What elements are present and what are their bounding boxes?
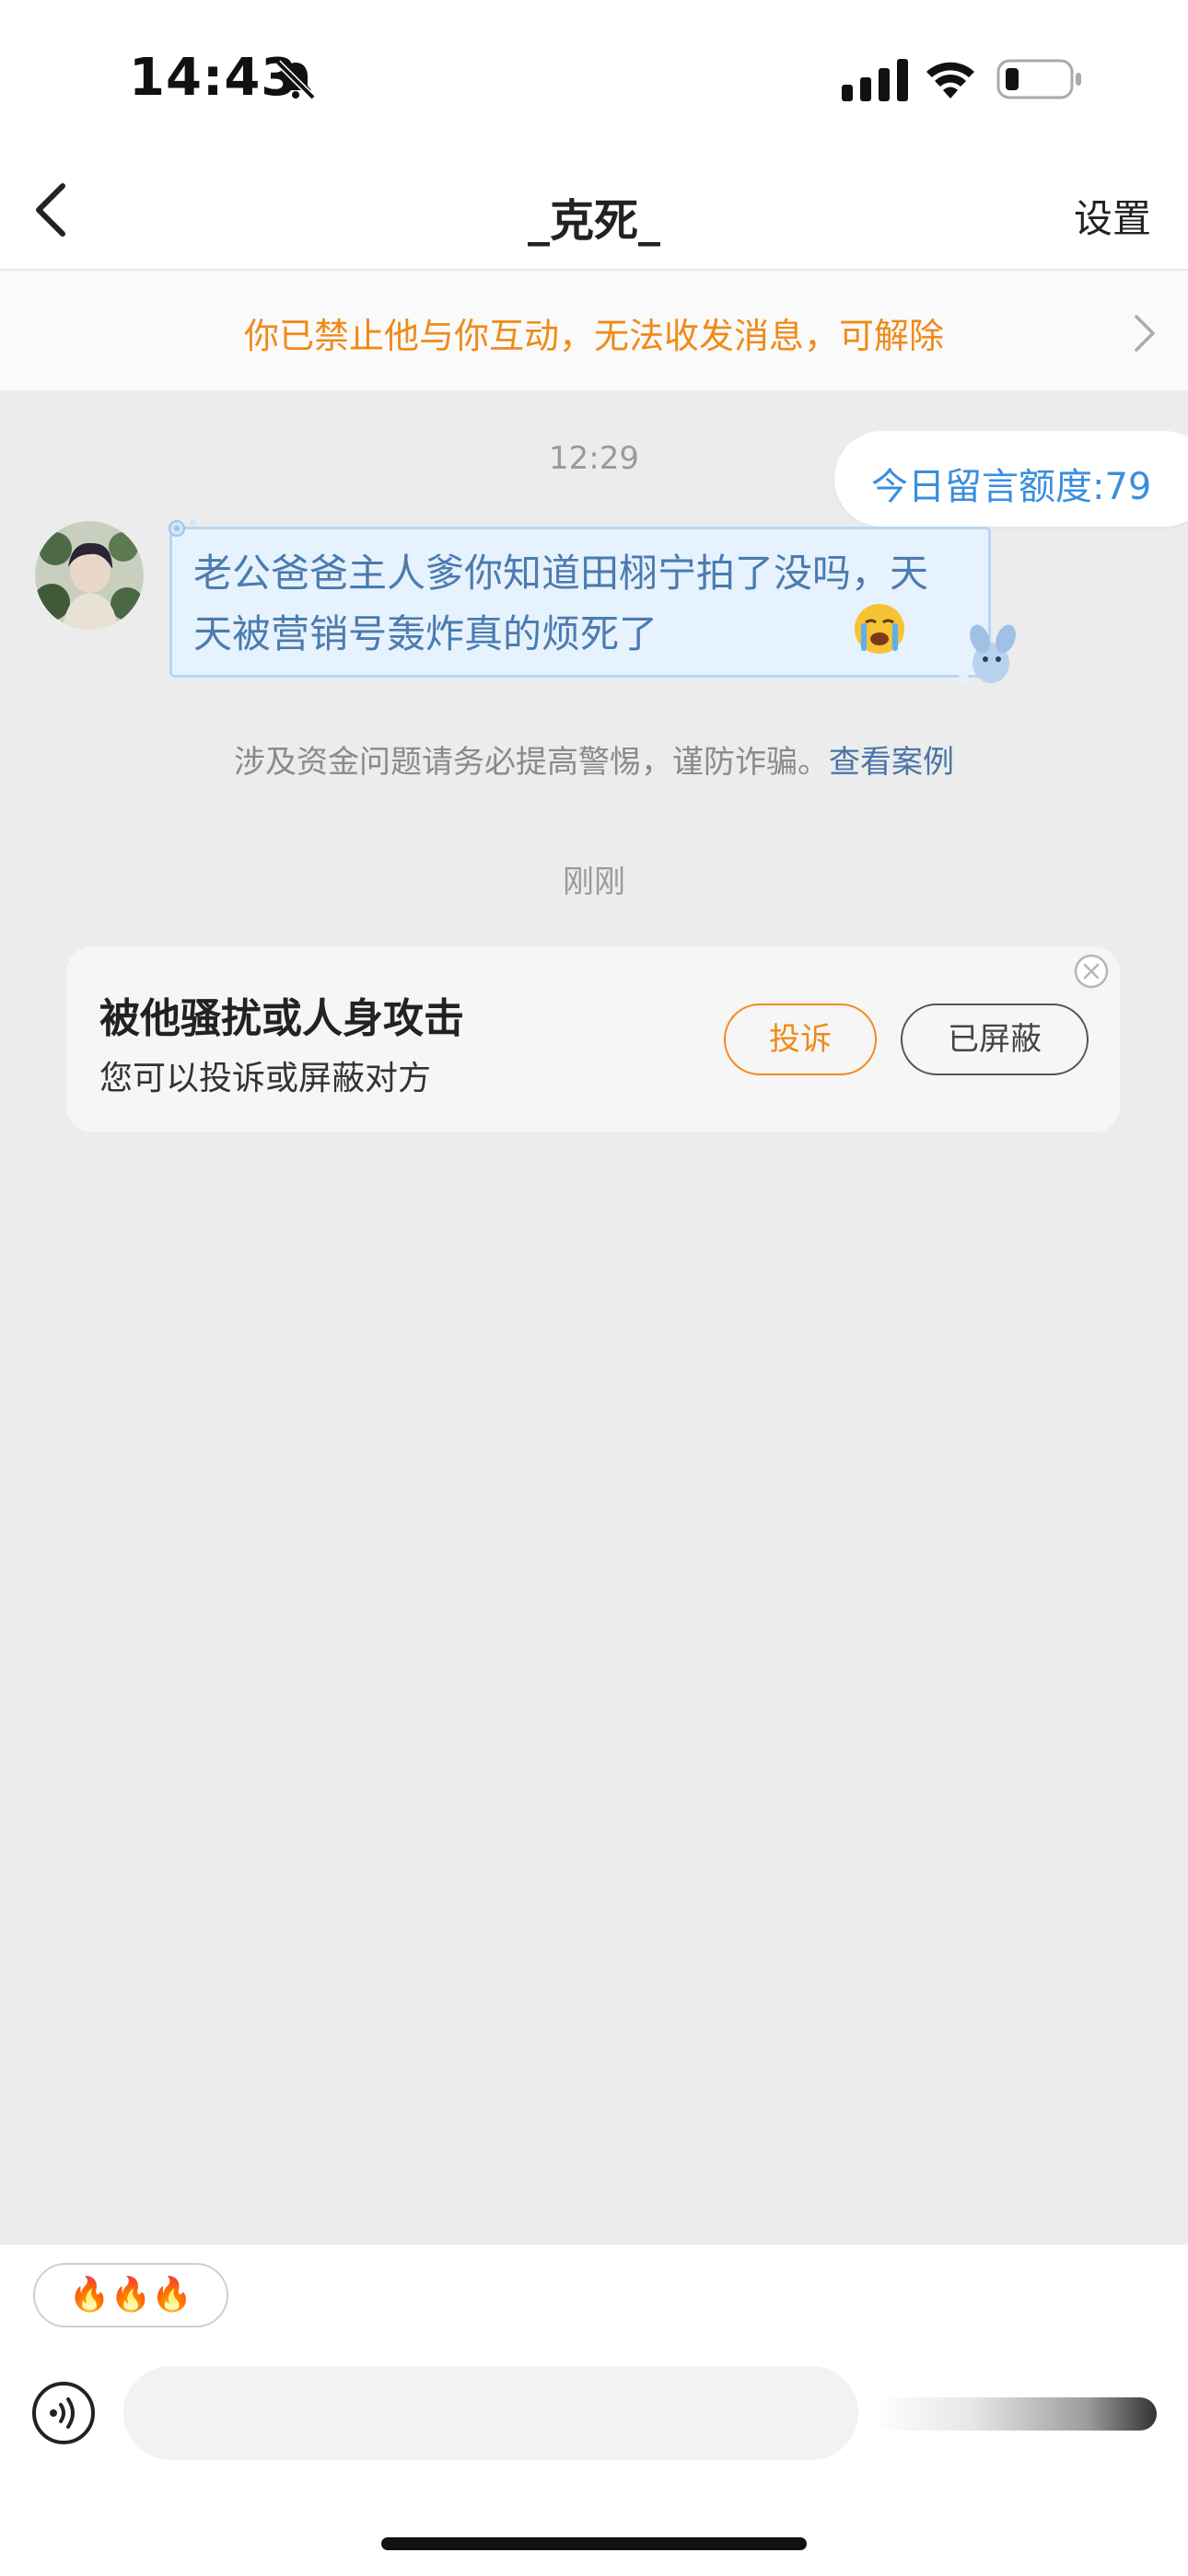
blocked-button[interactable]: 已屏蔽 <box>901 1004 1089 1075</box>
message-text[interactable]: 老公爸爸主人爹你知道田栩宁拍了没吗，天天被营销号轰炸真的烦死了 <box>193 543 930 665</box>
block-banner-text[interactable]: 你已禁止他与你互动，无法收发消息，可解除 <box>0 307 1188 358</box>
harassment-card-title: 被他骚扰或人身攻击 <box>99 995 464 1042</box>
settings-button[interactable]: 设置 <box>1074 188 1151 244</box>
signal-icon <box>842 59 908 101</box>
close-circle-icon[interactable] <box>1074 954 1109 989</box>
flower-decoration-icon <box>169 519 197 537</box>
stitch-sticker-icon <box>958 624 1016 685</box>
recent-timestamp: 刚刚 <box>563 864 625 900</box>
wifi-icon <box>926 62 974 99</box>
avatar[interactable] <box>35 521 144 630</box>
voice-icon[interactable] <box>31 2381 96 2445</box>
home-indicator <box>381 2537 807 2550</box>
quick-reply-chip[interactable]: 🔥🔥🔥 <box>33 2263 228 2327</box>
page-title: _克死_ <box>527 195 660 247</box>
report-button[interactable]: 投诉 <box>724 1004 877 1075</box>
harassment-card-subtitle: 您可以投诉或屏蔽对方 <box>99 1060 432 1097</box>
send-area-blurred[interactable] <box>875 2397 1157 2431</box>
quota-label: 今日留言额度:79 <box>871 466 1152 508</box>
chevron-right-icon[interactable] <box>1131 313 1157 354</box>
battery-icon <box>996 59 1081 99</box>
view-cases-link[interactable]: 查看案例 <box>829 744 954 781</box>
fraud-warning: 涉及资金问题请务必提高警惕，谨防诈骗。查看案例 <box>0 737 1188 782</box>
message-input[interactable] <box>123 2366 858 2460</box>
fraud-warning-text: 涉及资金问题请务必提高警惕，谨防诈骗。 <box>234 744 829 781</box>
crying-emoji-icon <box>855 604 904 654</box>
bell-off-icon <box>275 60 316 100</box>
